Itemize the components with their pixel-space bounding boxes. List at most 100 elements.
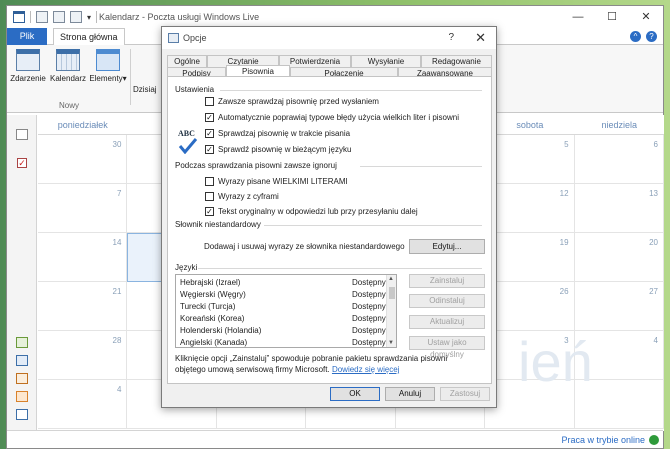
customize-toolbar-caret-icon[interactable]: ▾ [87,13,91,22]
new-event-label: Zdarzenie [10,74,46,83]
abc-text: ABC [178,129,195,138]
check-ignore-original[interactable]: ✓ Tekst oryginalny w odpowiedzi lub przy… [205,207,418,216]
options-app-icon [168,33,179,43]
calendar-day-cell[interactable]: 13 [574,184,664,233]
check-current-language[interactable]: ✓ Sprawdź pisownię w bieżącym języku [205,145,351,154]
checkbox-label: Sprawdź pisownię w bieżącym języku [218,145,352,154]
dialog-title: Opcje [183,33,207,43]
checkbox[interactable]: ✓ [205,145,214,154]
calendar-checkbox-icon[interactable]: ✓ [17,158,27,168]
new-calendar-button[interactable]: Kalendarz [49,49,87,83]
calendar-day-cell[interactable]: 7 [38,184,128,233]
calendar-day-cell[interactable]: 14 [38,233,128,282]
tab-file[interactable]: Plik [7,28,47,45]
settings-section-label: Ustawienia [175,85,215,94]
delete-icon[interactable] [70,11,82,23]
scroll-down-icon[interactable]: ▼ [388,340,394,346]
learn-more-link[interactable]: Dowiedz się więcej [332,365,400,374]
dictionary-section-label: Słownik niestandardowy [175,220,261,229]
section-divider [360,166,482,167]
checkbox-label: Sprawdzaj pisownię w trakcie pisania [218,129,351,138]
quick-access-toolbar: ▾ [13,11,98,23]
checkbox[interactable]: ✓ [205,129,214,138]
language-row[interactable]: Turecki (Turcja) Dostępny [176,301,388,313]
update-language-button[interactable]: Aktualizuj [409,315,485,329]
language-name: Holenderski (Holandia) [180,326,262,335]
apply-button[interactable]: Zastosuj [440,387,490,401]
new-items-button[interactable]: Elementy▾ [89,49,127,83]
calendar-day-number: 21 [112,287,122,296]
calendar-day-cell[interactable]: 4 [38,380,128,429]
tab-home[interactable]: Strona główna [53,28,125,46]
languages-list[interactable]: Hebrajski (Izrael) Dostępny Węgierski (Węg… [175,274,397,348]
help-icon[interactable]: ? [646,31,657,42]
feeds-icon[interactable] [16,391,28,402]
edit-dictionary-button[interactable]: Edytuj... [409,239,485,254]
checkbox[interactable] [205,97,214,106]
checkbox[interactable] [205,177,214,186]
calendar-day-number: 6 [653,140,658,149]
calendar-day-cell[interactable]: 5 [485,135,575,184]
install-note: Kliknięcie opcji „Zainstaluj” spowoduje … [175,353,475,375]
scroll-thumb[interactable] [389,287,395,299]
new-event-button[interactable]: Zdarzenie [9,49,47,83]
ribbon-divider [130,49,131,105]
cancel-button[interactable]: Anuluj [385,387,435,401]
mail-icon[interactable] [16,337,28,348]
set-default-language-button[interactable]: Ustaw jako domyślny [409,336,485,359]
minimize-ribbon-icon[interactable]: ^ [630,31,641,42]
ok-button[interactable]: OK [330,387,380,401]
checkbox-label: Wyrazy z cyframi [218,192,279,201]
check-ignore-digits[interactable]: Wyrazy z cyframi [205,192,279,201]
uninstall-language-button[interactable]: Odinstaluj [409,294,485,308]
install-language-button[interactable]: Zainstaluj [409,274,485,288]
language-row[interactable]: Hebrajski (Izrael) Dostępny [176,277,388,289]
calendar-day-cell[interactable]: 30 [38,135,128,184]
calendar-day-cell[interactable]: 27 [574,282,664,331]
ribbon-group-new-label: Nowy [59,101,80,110]
dialog-help-button[interactable]: ? [448,32,454,43]
calendar-day-cell[interactable]: 28 [38,331,128,380]
calendar-day-cell[interactable]: 12 [485,184,575,233]
language-row[interactable]: Angielski (Kanada) Dostępny [176,337,388,347]
language-row[interactable]: Koreański (Korea) Dostępny [176,313,388,325]
minimize-button[interactable]: — [561,6,595,28]
online-status[interactable]: Praca w trybie online [561,435,645,445]
calendar-day-number: 14 [112,238,122,247]
language-status: Dostępny [352,338,386,347]
check-autocorrect[interactable]: ✓ Automatycznie poprawiaj typowe błędy u… [205,113,459,122]
new-item-icon[interactable] [36,11,48,23]
window-controls: — ☐ ✕ [561,6,663,28]
calendar-icon [56,49,80,71]
today-button[interactable]: Dzisiaj [133,85,163,94]
toolbar-separator [30,11,31,23]
language-row[interactable]: Holenderski (Holandia) Dostępny [176,325,388,337]
send-receive-icon[interactable] [53,11,65,23]
contacts-icon[interactable] [16,373,28,384]
calendar-day-cell[interactable]: 26 [485,282,575,331]
dialog-close-button[interactable]: ✕ [475,30,486,46]
calendar-day-cell[interactable]: 6 [574,135,664,184]
calendar-day-cell[interactable]: 20 [574,233,664,282]
checkbox[interactable]: ✓ [205,207,214,216]
calendar-day-cell[interactable]: 19 [485,233,575,282]
checkbox[interactable] [205,192,214,201]
checkbox-label: Tekst oryginalny w odpowiedzi lub przy p… [218,207,418,216]
check-ignore-uppercase[interactable]: Wyrazy pisane WIELKIMI LITERAMI [205,177,348,186]
calendar-day-cell[interactable]: 21 [38,282,128,331]
close-button[interactable]: ✕ [629,6,663,28]
check-spell-as-type[interactable]: ✓ Sprawdzaj pisownię w trakcie pisania [205,129,350,138]
calendar-nav-icon[interactable] [16,355,28,366]
language-name: Hebrajski (Izrael) [180,278,241,287]
scroll-up-icon[interactable]: ▲ [388,276,394,282]
install-note-text: Kliknięcie opcji „Zainstaluj” spowoduje … [175,354,448,374]
new-calendar-label: Kalendarz [49,74,87,83]
languages-scrollbar[interactable]: ▲ ▼ [386,275,396,347]
calendar-mini-icon[interactable] [16,129,28,140]
check-always-spell[interactable]: Zawsze sprawdzaj pisownię przed wysłanie… [205,97,379,106]
checkbox[interactable]: ✓ [205,113,214,122]
newsgroups-icon[interactable] [16,409,28,420]
language-row[interactable]: Węgierski (Węgry) Dostępny [176,289,388,301]
event-icon [16,49,40,71]
maximize-button[interactable]: ☐ [595,6,629,28]
